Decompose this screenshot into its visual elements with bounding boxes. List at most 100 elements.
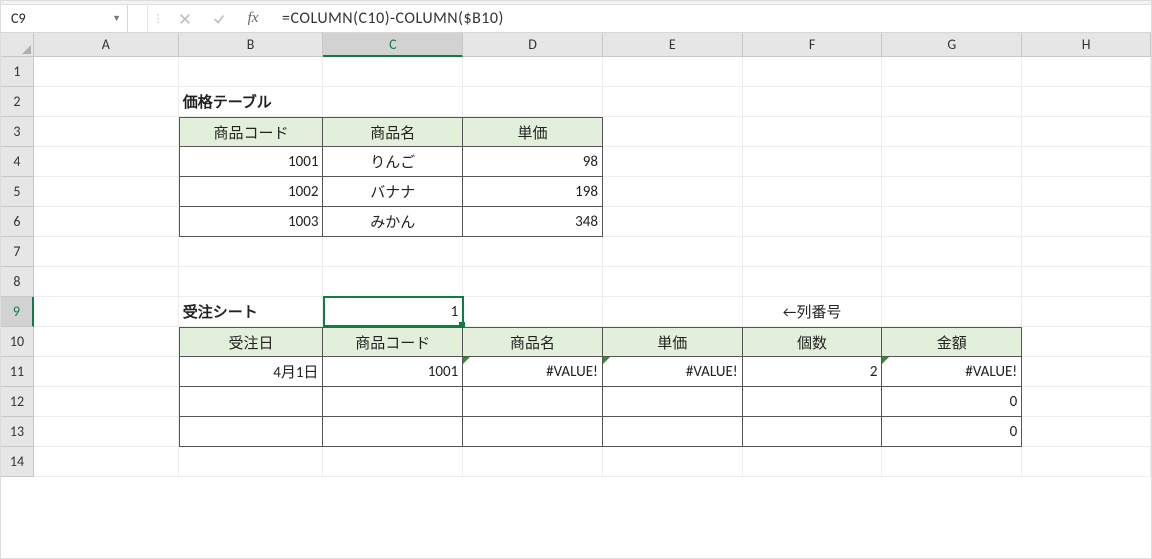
cell-D2[interactable]	[463, 87, 603, 117]
cell-H4[interactable]	[1022, 147, 1151, 177]
cell-B2[interactable]: 価格テーブル	[179, 87, 324, 117]
cell-H9[interactable]	[1022, 297, 1151, 327]
spreadsheet-grid[interactable]: A B C D E F G H 1 2 価格テーブル	[1, 33, 1151, 477]
cell-C3[interactable]: 商品名	[323, 117, 463, 147]
cell-D6[interactable]: 348	[463, 207, 603, 237]
cell-B10[interactable]: 受注日	[179, 327, 324, 357]
cell-C14[interactable]	[323, 447, 463, 477]
row-header-10[interactable]: 10	[1, 327, 34, 357]
cell-A11[interactable]	[34, 357, 179, 387]
cell-H14[interactable]	[1022, 447, 1151, 477]
cell-F7[interactable]	[743, 237, 883, 267]
row-header-5[interactable]: 5	[1, 177, 34, 207]
cell-D9[interactable]	[463, 297, 603, 327]
cell-E8[interactable]	[603, 267, 743, 297]
cell-G12[interactable]: 0	[882, 387, 1022, 417]
cell-A8[interactable]	[34, 267, 179, 297]
cell-B6[interactable]: 1003	[179, 207, 324, 237]
cell-A6[interactable]	[34, 207, 179, 237]
cell-H5[interactable]	[1022, 177, 1151, 207]
row-header-13[interactable]: 13	[1, 417, 34, 447]
cell-G7[interactable]	[882, 237, 1022, 267]
cell-D8[interactable]	[463, 267, 603, 297]
cell-A7[interactable]	[34, 237, 179, 267]
cell-G10[interactable]: 金額	[882, 327, 1022, 357]
row-header-12[interactable]: 12	[1, 387, 34, 417]
cell-F14[interactable]	[743, 447, 883, 477]
cell-F5[interactable]	[743, 177, 883, 207]
cell-A2[interactable]	[34, 87, 179, 117]
col-header-A[interactable]: A	[34, 33, 179, 57]
cell-F10[interactable]: 個数	[743, 327, 883, 357]
col-header-F[interactable]: F	[743, 33, 883, 57]
cell-B12[interactable]	[179, 387, 324, 417]
cell-H7[interactable]	[1022, 237, 1151, 267]
cell-F4[interactable]	[743, 147, 883, 177]
cell-A9[interactable]	[34, 297, 179, 327]
cell-G14[interactable]	[882, 447, 1022, 477]
cell-D13[interactable]	[463, 417, 603, 447]
col-header-H[interactable]: H	[1022, 33, 1151, 57]
cell-D12[interactable]	[463, 387, 603, 417]
row-header-1[interactable]: 1	[1, 57, 34, 87]
cell-D5[interactable]: 198	[463, 177, 603, 207]
cell-H10[interactable]	[1022, 327, 1151, 357]
cell-C11[interactable]: 1001	[323, 357, 463, 387]
cell-C9[interactable]: 1	[323, 297, 463, 327]
cell-E14[interactable]	[603, 447, 743, 477]
cell-G1[interactable]	[882, 57, 1022, 87]
cell-C10[interactable]: 商品コード	[323, 327, 463, 357]
cell-B11[interactable]: 4月1日	[179, 357, 324, 387]
formula-bar-expand-icon[interactable]: ⋮	[148, 5, 168, 32]
cell-G6[interactable]	[882, 207, 1022, 237]
cell-E3[interactable]	[603, 117, 743, 147]
cell-C4[interactable]: りんご	[323, 147, 463, 177]
cell-C7[interactable]	[323, 237, 463, 267]
cell-F9[interactable]: ←列番号	[743, 297, 883, 327]
cell-H6[interactable]	[1022, 207, 1151, 237]
formula-input[interactable]: =COLUMN(C10)-COLUMN($B10)	[270, 5, 1151, 32]
cell-D14[interactable]	[463, 447, 603, 477]
cell-E12[interactable]	[603, 387, 743, 417]
cell-F6[interactable]	[743, 207, 883, 237]
cell-E4[interactable]	[603, 147, 743, 177]
cell-B8[interactable]	[179, 267, 324, 297]
cell-C13[interactable]	[323, 417, 463, 447]
cell-H8[interactable]	[1022, 267, 1151, 297]
row-header-14[interactable]: 14	[1, 447, 34, 477]
cell-C5[interactable]: バナナ	[323, 177, 463, 207]
cell-E7[interactable]	[603, 237, 743, 267]
cell-H13[interactable]	[1022, 417, 1151, 447]
row-header-4[interactable]: 4	[1, 147, 34, 177]
fx-icon[interactable]: fx	[236, 5, 270, 32]
cell-F8[interactable]	[743, 267, 883, 297]
cell-D3[interactable]: 単価	[463, 117, 603, 147]
cell-F13[interactable]	[743, 417, 883, 447]
cell-A14[interactable]	[34, 447, 179, 477]
cell-G13[interactable]: 0	[882, 417, 1022, 447]
accept-formula-button[interactable]	[202, 5, 236, 32]
cell-A12[interactable]	[34, 387, 179, 417]
col-header-B[interactable]: B	[179, 33, 324, 57]
row-header-8[interactable]: 8	[1, 267, 34, 297]
cell-D11[interactable]: #VALUE!	[463, 357, 603, 387]
cell-B3[interactable]: 商品コード	[179, 117, 324, 147]
cell-E5[interactable]	[603, 177, 743, 207]
cell-H1[interactable]	[1022, 57, 1151, 87]
row-header-9[interactable]: 9	[1, 297, 34, 327]
row-header-11[interactable]: 11	[1, 357, 34, 387]
cell-D4[interactable]: 98	[463, 147, 603, 177]
cell-A5[interactable]	[34, 177, 179, 207]
cell-E10[interactable]: 単価	[603, 327, 743, 357]
row-header-2[interactable]: 2	[1, 87, 34, 117]
cell-C6[interactable]: みかん	[323, 207, 463, 237]
select-all-button[interactable]	[1, 33, 34, 57]
col-header-C[interactable]: C	[323, 33, 463, 57]
cell-A3[interactable]	[34, 117, 179, 147]
cell-B7[interactable]	[179, 237, 324, 267]
cell-A1[interactable]	[34, 57, 179, 87]
cell-F1[interactable]	[743, 57, 883, 87]
cell-E6[interactable]	[603, 207, 743, 237]
cell-C12[interactable]	[323, 387, 463, 417]
cell-H3[interactable]	[1022, 117, 1151, 147]
